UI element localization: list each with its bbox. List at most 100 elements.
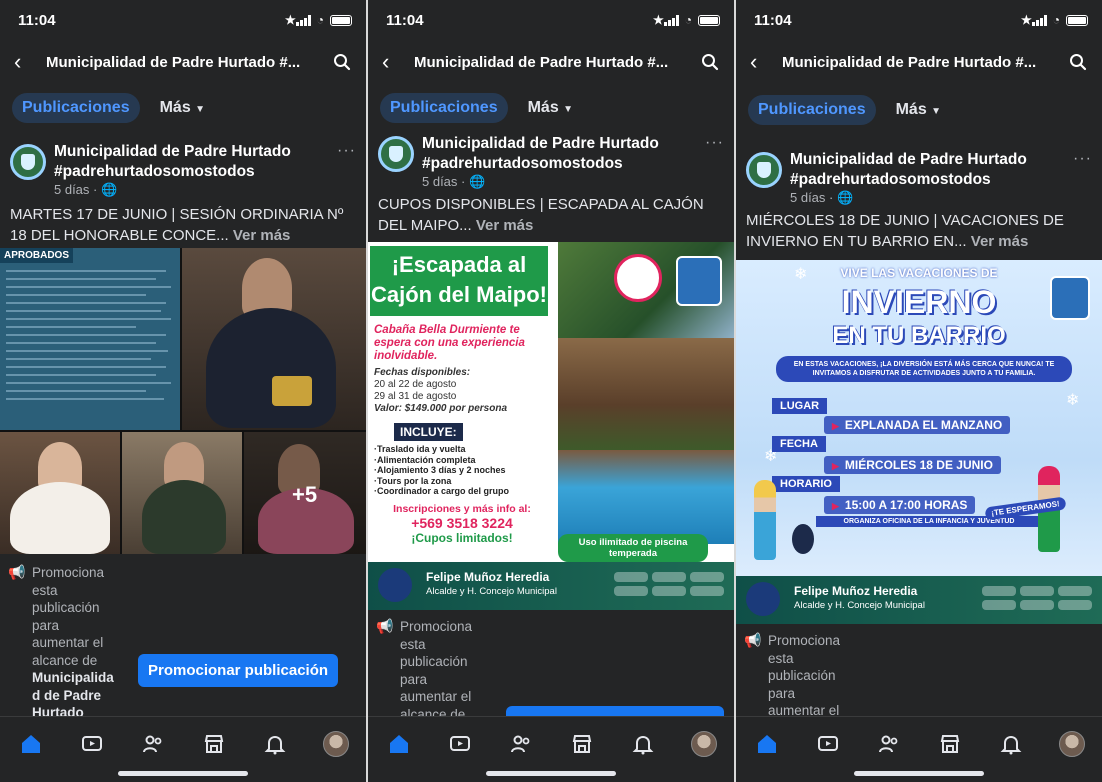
flyer-organizer: ORGANIZA OFICINA DE LA INFANCIA Y JUVENT… (816, 516, 1042, 527)
tab-mas[interactable]: Más ▼ (896, 101, 941, 119)
phone-screen-1: 11:04 ★ ◔ ‹ Municipalidad de Padre Hurta… (0, 0, 366, 782)
friends-icon[interactable] (508, 731, 534, 757)
status-bar: 11:04 ★ ◔ (754, 10, 1088, 30)
video-icon[interactable] (447, 731, 473, 757)
page-name[interactable]: Municipalidad de Padre Hurtado #padrehur… (422, 134, 704, 174)
promote-post-button[interactable]: Promocionar publicación (138, 654, 339, 687)
post-flyer-image[interactable]: ¡Escapada al Cajón del Maipo! Cabaña Bel… (368, 242, 734, 610)
post-flyer-image[interactable]: ❄ ❄ ❄ VIVE LAS VACACIONES DE INVIERNO EN… (736, 260, 1102, 624)
flyer-include-item: ·Traslado ida y vuelta (374, 444, 466, 454)
council-member-photo[interactable] (182, 248, 366, 430)
post-card: Municipalidad de Padre Hurtado #padrehur… (0, 138, 366, 244)
flyer-include-item: ·Tours por la zona (374, 475, 452, 486)
search-icon[interactable] (698, 50, 722, 74)
council-photo-3[interactable] (122, 432, 242, 554)
post-text-content: MARTES 17 DE JUNIO | SESIÓN ORDINARIA Nº… (10, 206, 344, 244)
flyer-title: ¡Escapada al Cajón del Maipo! (370, 246, 548, 316)
battery-icon (1066, 14, 1088, 26)
promote-word: aumentar el (400, 689, 472, 704)
post-photo-grid[interactable]: APROBADOS +5 (0, 248, 366, 554)
tab-publicaciones[interactable]: Publicaciones (748, 95, 876, 125)
document-photo[interactable]: APROBADOS (0, 248, 180, 430)
flyer-date: MIÉRCOLES 18 DE JUNIO (824, 456, 1001, 474)
approved-badge: APROBADOS (0, 248, 74, 263)
municipal-logo (746, 582, 780, 616)
signal-icon (295, 14, 311, 26)
tab-mas[interactable]: Más ▼ (160, 99, 205, 117)
see-more-link[interactable]: Ver más (233, 227, 291, 244)
star-icon: ★ (1020, 13, 1032, 27)
home-icon[interactable] (18, 731, 44, 757)
search-icon[interactable] (1066, 50, 1090, 74)
page-name[interactable]: Municipalidad de Padre Hurtado #padrehur… (790, 150, 1072, 190)
page-avatar[interactable] (10, 144, 46, 180)
profile-tabs: Publicaciones Más ▼ (748, 94, 1090, 126)
promote-page-name: d de Padre (32, 687, 102, 703)
flyer-title: INVIERNO (841, 284, 997, 320)
page-title: Municipalidad de Padre Hurtado #... (46, 53, 301, 71)
friends-icon[interactable] (140, 731, 166, 757)
profile-tabs: Publicaciones Más ▼ (12, 92, 354, 124)
back-arrow-icon[interactable]: ‹ (14, 49, 36, 75)
promote-text: Promociona esta publicación para aumenta… (32, 564, 127, 722)
home-icon[interactable] (386, 731, 412, 757)
profile-avatar[interactable] (690, 731, 717, 757)
tab-publicaciones[interactable]: Publicaciones (12, 93, 140, 123)
see-more-link[interactable]: Ver más (971, 233, 1029, 250)
page-avatar[interactable] (746, 152, 782, 188)
video-icon[interactable] (79, 731, 105, 757)
promote-word: Promociona (768, 633, 841, 648)
tab-mas-label: Más (527, 99, 559, 116)
promote-word: alcance de (32, 652, 98, 668)
mayor-role: Alcalde y H. Concejo Municipal (426, 586, 557, 597)
bell-icon[interactable] (998, 731, 1024, 757)
marketplace-icon[interactable] (201, 731, 227, 757)
tab-publicaciones[interactable]: Publicaciones (380, 93, 508, 123)
caret-down-icon: ▼ (195, 104, 206, 115)
bell-icon[interactable] (630, 731, 656, 757)
council-photo-4[interactable]: +5 (244, 432, 366, 554)
social-handles (982, 586, 1092, 610)
promote-page-name: Municipalida (32, 670, 114, 685)
profile-avatar[interactable] (1058, 731, 1085, 757)
back-arrow-icon[interactable]: ‹ (750, 49, 772, 75)
top-nav-bar: ‹ Municipalidad de Padre Hurtado #... (750, 48, 1090, 76)
page-avatar[interactable] (378, 136, 414, 172)
flyer-phone: +569 3518 3224 (411, 514, 513, 531)
flyer-include-item: ·Coordinador a cargo del grupo (374, 486, 510, 496)
flyer-include-item: ·Alimentación completa (374, 454, 476, 465)
kid-illustration (754, 480, 776, 560)
phone-screen-3: 11:04 ★ ◔ ‹ Municipalidad de Padre Hurta… (736, 0, 1102, 782)
friends-icon[interactable] (876, 731, 902, 757)
see-more-link[interactable]: Ver más (476, 217, 534, 234)
megaphone-icon: 📢 (744, 632, 762, 648)
more-dots-icon[interactable]: ··· (337, 142, 356, 160)
snowflake-icon: ❄ (1066, 392, 1080, 409)
flyer-info: Inscripciones y más info al: (393, 502, 531, 515)
battery-icon (698, 14, 720, 26)
flyer-dates-label: Fechas disponibles: (374, 367, 471, 378)
council-photo-2[interactable] (0, 432, 120, 554)
home-icon[interactable] (754, 731, 780, 757)
back-arrow-icon[interactable]: ‹ (382, 49, 404, 75)
top-nav-bar: ‹ Municipalidad de Padre Hurtado #... (14, 48, 354, 76)
post-text: MARTES 17 DE JUNIO | SESIÓN ORDINARIA Nº… (10, 204, 358, 246)
post-text: MIÉRCOLES 18 DE JUNIO | VACACIONES DE IN… (746, 210, 1094, 252)
marketplace-icon[interactable] (569, 731, 595, 757)
flyer-includes-label: INCLUYE: (394, 423, 463, 441)
promote-word: publicación (32, 600, 100, 615)
more-photos-count: +5 (292, 482, 318, 507)
profile-avatar[interactable] (322, 731, 349, 757)
tab-mas[interactable]: Más ▼ (528, 99, 573, 117)
search-icon[interactable] (330, 50, 354, 74)
marketplace-icon[interactable] (937, 731, 963, 757)
more-dots-icon[interactable]: ··· (705, 134, 724, 152)
bell-icon[interactable] (262, 731, 288, 757)
page-name[interactable]: Municipalidad de Padre Hurtado #padrehur… (54, 142, 336, 182)
flyer-place-label: LUGAR (772, 398, 828, 414)
post-card: Municipalidad de Padre Hurtado #padrehur… (368, 130, 734, 234)
more-dots-icon[interactable]: ··· (1073, 150, 1092, 168)
flyer-time-label: HORARIO (772, 476, 840, 492)
flyer-photos (558, 242, 734, 544)
video-icon[interactable] (815, 731, 841, 757)
